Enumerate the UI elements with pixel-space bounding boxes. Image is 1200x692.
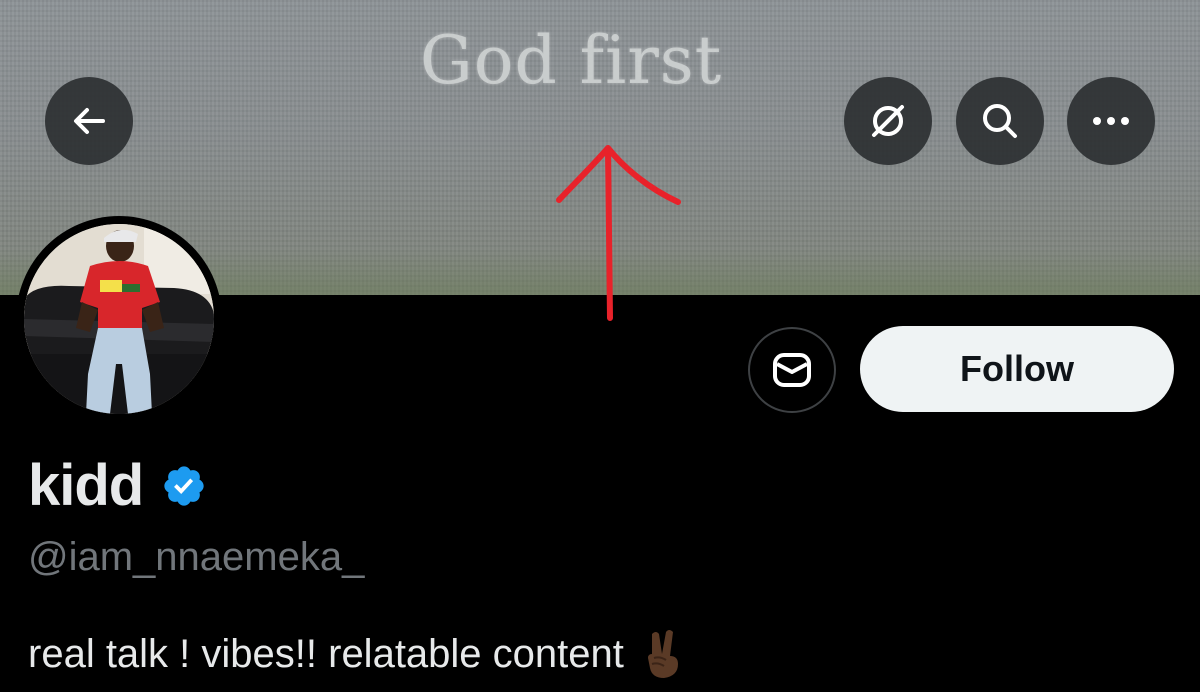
more-horizontal-icon: [1093, 117, 1129, 125]
bio-text: real talk ! vibes!! relatable content: [28, 631, 624, 676]
verified-check-icon[interactable]: [161, 463, 207, 509]
avatar-photo: [24, 224, 214, 414]
profile-page: God first Follow kidd @iam_nnaemeka_ rea…: [0, 0, 1200, 692]
display-name: kidd: [28, 453, 144, 518]
grok-button[interactable]: [844, 77, 932, 165]
search-button[interactable]: [956, 77, 1044, 165]
profile-bio: real talk ! vibes!! relatable content: [28, 628, 686, 680]
name-row: kidd: [28, 452, 207, 519]
more-button[interactable]: [1067, 77, 1155, 165]
arrow-left-icon: [74, 108, 105, 134]
profile-handle: @iam_nnaemeka_: [28, 535, 365, 579]
message-button[interactable]: [748, 327, 836, 413]
annotation-arrow: [556, 145, 681, 321]
grok-slash-circle-icon: [872, 105, 904, 137]
envelope-icon: [773, 353, 811, 387]
banner-text: God first: [420, 22, 723, 99]
victory-hand-emoji: [647, 630, 678, 678]
follow-button[interactable]: Follow: [860, 326, 1174, 412]
profile-avatar[interactable]: [16, 216, 222, 422]
avatar-illustration: [24, 224, 214, 414]
back-button[interactable]: [45, 77, 133, 165]
search-icon: [983, 104, 1017, 138]
